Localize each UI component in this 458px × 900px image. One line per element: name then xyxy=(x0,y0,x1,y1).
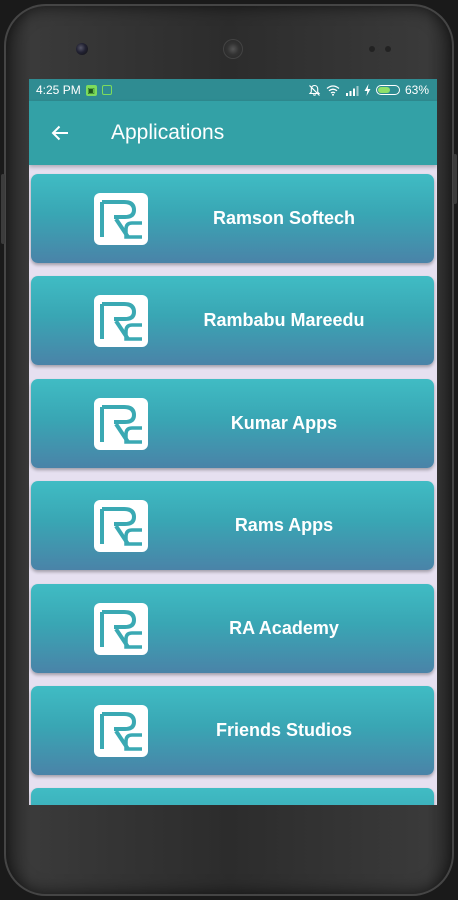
app-card-label: Rams Apps xyxy=(234,515,334,536)
app-card-4[interactable]: RA Academy xyxy=(31,583,434,673)
app-card-1[interactable]: Rambabu Mareedu xyxy=(31,276,434,366)
app-card-3[interactable]: Rams Apps xyxy=(31,481,434,571)
app-card-2[interactable]: Kumar Apps xyxy=(31,378,434,468)
ra-logo-icon xyxy=(94,397,148,450)
app-card-label xyxy=(181,788,434,805)
ra-logo-icon xyxy=(94,704,148,757)
volume-button xyxy=(1,174,5,244)
status-time: 4:25 PM xyxy=(36,83,81,97)
app-card-label: Kumar Apps xyxy=(230,412,338,433)
power-button xyxy=(453,154,457,204)
back-button[interactable] xyxy=(29,101,91,165)
battery-level-fill xyxy=(377,87,390,93)
page-title: Applications xyxy=(111,121,225,144)
front-camera xyxy=(76,43,88,55)
wifi-icon xyxy=(326,85,340,96)
app-bar: Applications xyxy=(29,101,437,165)
ra-logo-icon xyxy=(94,500,148,553)
app-card-label: Ramson Softech xyxy=(212,208,356,228)
earpiece-speaker xyxy=(223,39,243,59)
light-sensor xyxy=(385,46,391,52)
notification-app-outline-icon xyxy=(101,85,112,95)
app-card-label: Rambabu Mareedu xyxy=(203,310,365,331)
mute-bell-icon xyxy=(308,84,321,96)
proximity-sensor xyxy=(369,46,375,52)
app-card-5[interactable]: Friends Studios xyxy=(31,685,434,775)
charging-bolt-icon xyxy=(364,84,371,96)
ra-logo-icon xyxy=(94,295,148,348)
status-bar: 4:25 PM ▣ 63% xyxy=(29,79,437,101)
app-card-6[interactable] xyxy=(31,788,434,805)
screen: 4:25 PM ▣ 63% Applications Ramson Softec… xyxy=(29,79,437,805)
arrow-back-icon xyxy=(51,125,68,141)
notification-app-icon: ▣ xyxy=(85,84,97,96)
app-card-0[interactable]: Ramson Softech xyxy=(31,174,434,263)
phone-frame: 4:25 PM ▣ 63% Applications Ramson Softec… xyxy=(1,4,457,896)
ra-logo-icon xyxy=(94,193,148,245)
battery-percent: 63% xyxy=(404,83,429,97)
app-list: Ramson Softech Rambabu Mareedu Kumar App… xyxy=(29,174,437,805)
signal-icon xyxy=(345,85,359,96)
battery-icon xyxy=(375,85,400,95)
ra-logo-icon xyxy=(94,602,148,655)
app-card-label: Friends Studios xyxy=(215,719,352,740)
app-card-label: RA Academy xyxy=(229,617,339,638)
